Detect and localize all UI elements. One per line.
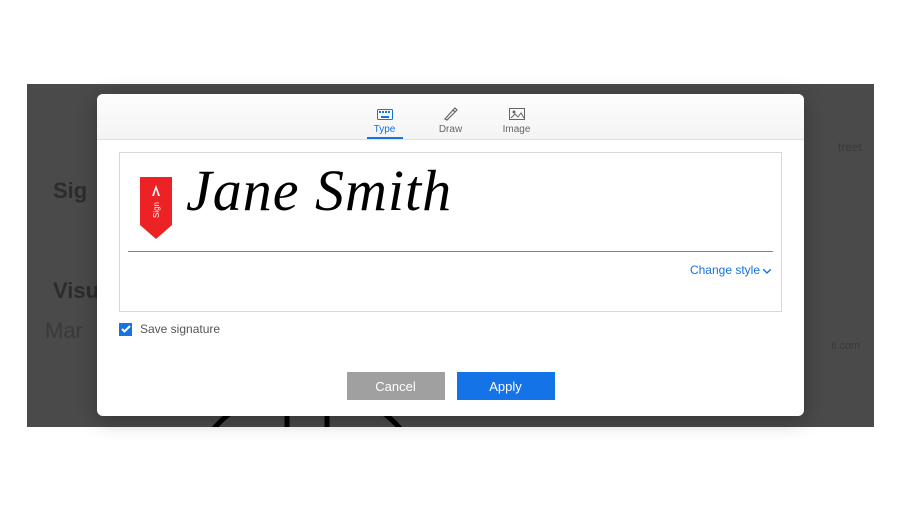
- tab-type-label: Type: [374, 124, 396, 135]
- change-style-link[interactable]: Change style: [690, 263, 771, 277]
- tab-image-label: Image: [503, 124, 531, 135]
- tab-type[interactable]: Type: [367, 107, 403, 139]
- sign-tag-label: Sign: [152, 202, 161, 218]
- adobe-sign-icon: [149, 184, 163, 198]
- dialog-buttons: Cancel Apply: [97, 360, 804, 416]
- typed-signature: Jane Smith: [186, 157, 452, 224]
- bg-text-sig: Sig: [53, 178, 87, 204]
- check-icon: [121, 325, 131, 333]
- bg-text-com: il.com: [831, 340, 860, 352]
- bg-text-mar: Mar: [45, 318, 83, 344]
- signature-area: Sign Jane Smith Change style Save signat…: [97, 140, 804, 360]
- tab-draw-label: Draw: [439, 124, 462, 135]
- bg-text-street: treet: [838, 140, 862, 154]
- sign-here-tag: Sign: [140, 177, 172, 241]
- keyboard-icon: [377, 107, 393, 121]
- chevron-down-icon: [763, 263, 771, 277]
- apply-button[interactable]: Apply: [457, 372, 555, 400]
- pen-icon: [443, 107, 459, 121]
- cancel-button[interactable]: Cancel: [347, 372, 445, 400]
- tab-image[interactable]: Image: [499, 107, 535, 139]
- image-icon: [509, 107, 525, 121]
- signature-baseline: [128, 251, 773, 252]
- bg-text-visu: Visu: [53, 278, 99, 304]
- save-signature-label: Save signature: [140, 322, 220, 336]
- signature-dialog: Type Draw Image Sign Jane Smit: [97, 94, 804, 416]
- save-signature-row: Save signature: [119, 322, 782, 336]
- save-signature-checkbox[interactable]: [119, 323, 132, 336]
- tab-draw[interactable]: Draw: [433, 107, 469, 139]
- signature-canvas[interactable]: Sign Jane Smith Change style: [119, 152, 782, 312]
- signature-mode-tabs: Type Draw Image: [97, 94, 804, 140]
- change-style-label: Change style: [690, 263, 760, 277]
